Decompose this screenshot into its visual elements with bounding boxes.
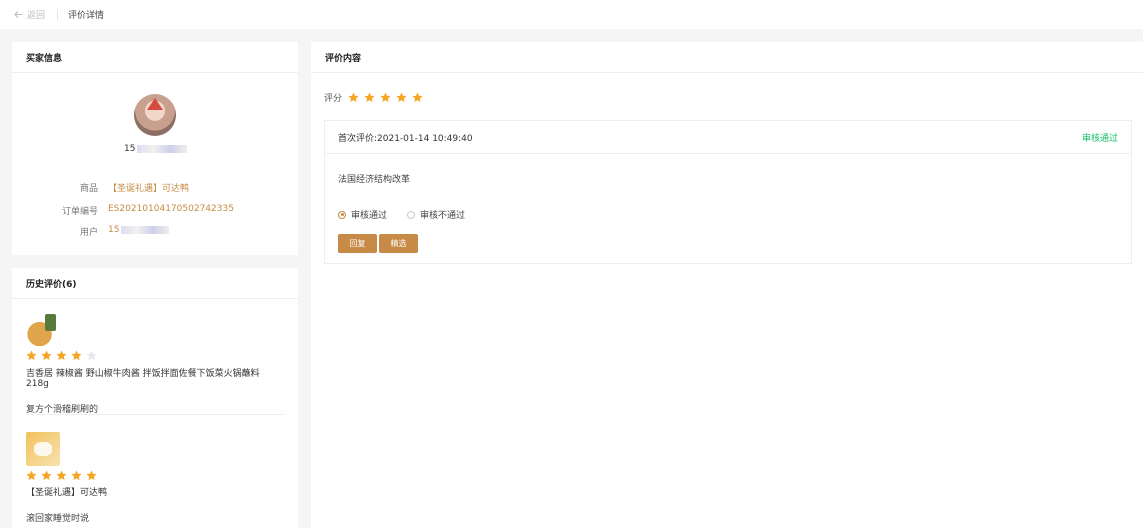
masked-user-digits <box>121 225 170 234</box>
history-card: 历史评价(6) 吉香居 辣椒酱 野山椒牛肉酱 拌饭拌面佐餐下饭菜火锅蘸料 218… <box>12 268 298 528</box>
action-buttons: 回复 精选 <box>338 234 418 253</box>
order-number-link[interactable]: ES20210104170502742335 <box>108 204 234 217</box>
radio-fail-label: 审核不通过 <box>420 211 466 221</box>
star-filled-icon <box>71 350 82 360</box>
star-filled-icon <box>71 470 82 480</box>
star-filled-icon <box>56 350 67 360</box>
status-badge: 审核通过 <box>1081 133 1118 144</box>
buyer-info-title: 买家信息 <box>12 42 298 73</box>
product-thumbnail[interactable] <box>26 312 60 346</box>
buyer-phone-prefix: 15 <box>124 144 136 154</box>
history-divider <box>26 414 284 415</box>
star-filled-icon <box>26 470 37 480</box>
buyer-phone: 15 <box>124 144 188 154</box>
history-title: 历史评价(6) <box>12 268 298 299</box>
rating-stars <box>26 470 284 481</box>
star-empty-icon <box>86 350 97 360</box>
star-filled-icon <box>56 470 67 480</box>
history-item: 吉香居 辣椒酱 野山椒牛肉酱 拌饭拌面佐餐下饭菜火锅蘸料 218g 复方个滑稽刷… <box>26 312 284 415</box>
reply-button[interactable]: 回复 <box>338 234 377 253</box>
star-filled-icon <box>41 470 52 480</box>
history-product: 【圣诞礼遇】可达鸭 <box>26 488 108 498</box>
page-title: 评价详情 <box>68 11 105 21</box>
radio-pass[interactable]: 审核通过 <box>338 208 387 221</box>
radio-fail[interactable]: 审核不通过 <box>407 208 465 221</box>
star-filled-icon <box>364 92 375 102</box>
masked-phone-digits <box>137 144 188 153</box>
rating-stars <box>26 350 284 361</box>
review-card: 评价内容 评分 首次评价:2021-01-14 10:49:40 审核通过 法国… <box>311 42 1143 528</box>
user-label: 用户 <box>79 228 98 238</box>
arrow-left-icon <box>14 10 23 19</box>
review-box: 首次评价:2021-01-14 10:49:40 审核通过 法国经济结构改革 审… <box>324 120 1132 264</box>
product-link[interactable]: 【圣诞礼遇】可达鸭 <box>108 181 189 194</box>
buyer-info-card: 买家信息 15 商品 【圣诞礼遇】可达鸭 订单编号 ES202101041705… <box>12 42 298 255</box>
back-button[interactable]: 返回 <box>14 8 45 21</box>
audit-radio-group: 审核通过 审核不通过 <box>338 208 465 221</box>
star-filled-icon <box>380 92 391 102</box>
review-text: 法国经济结构改革 <box>338 175 411 185</box>
top-bar: 返回 评价详情 <box>0 0 1143 29</box>
radio-unchecked-icon <box>407 210 416 219</box>
order-label: 订单编号 <box>61 207 98 217</box>
history-comment: 滚回家睡觉时说 <box>26 514 90 524</box>
score-row: 评分 <box>324 91 423 104</box>
score-label: 评分 <box>324 94 343 104</box>
history-product: 吉香居 辣椒酱 野山椒牛肉酱 拌饭拌面佐餐下饭菜火锅蘸料 218g <box>26 369 260 389</box>
order-row: 订单编号 ES20210104170502742335 <box>12 204 298 217</box>
product-label: 商品 <box>79 184 98 194</box>
product-thumbnail[interactable] <box>26 432 60 466</box>
product-row: 商品 【圣诞礼遇】可达鸭 <box>12 181 298 194</box>
back-label: 返回 <box>27 11 46 21</box>
star-filled-icon <box>412 92 423 102</box>
first-review-time: 首次评价:2021-01-14 10:49:40 <box>338 133 473 144</box>
user-row: 用户 15 <box>12 225 298 238</box>
avatar <box>134 94 176 136</box>
radio-checked-icon <box>338 210 346 219</box>
star-filled-icon <box>26 350 37 360</box>
radio-pass-label: 审核通过 <box>351 211 388 221</box>
feature-button[interactable]: 精选 <box>379 234 418 253</box>
star-filled-icon <box>396 92 407 102</box>
star-filled-icon <box>348 92 359 102</box>
user-link[interactable]: 15 <box>108 225 170 238</box>
history-item: 【圣诞礼遇】可达鸭 滚回家睡觉时说 <box>26 432 284 524</box>
review-title: 评价内容 <box>311 42 1143 73</box>
star-filled-icon <box>86 470 97 480</box>
user-phone-prefix: 15 <box>108 225 120 235</box>
score-stars <box>348 92 423 103</box>
header-divider <box>57 9 59 20</box>
review-box-header: 首次评价:2021-01-14 10:49:40 审核通过 <box>325 121 1131 154</box>
star-filled-icon <box>41 350 52 360</box>
